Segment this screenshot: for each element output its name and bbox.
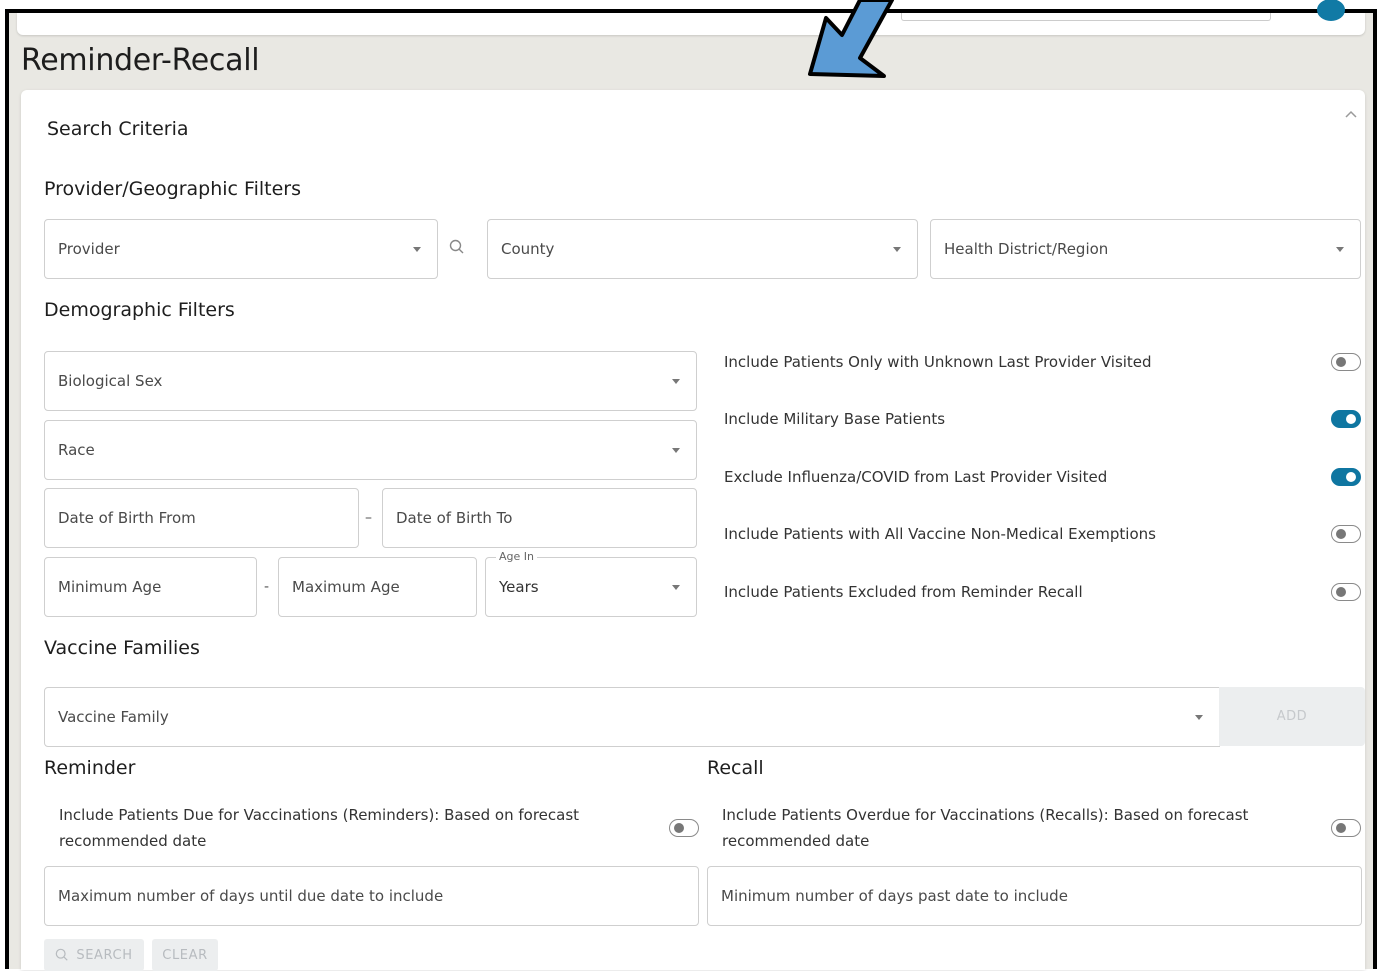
biological-sex-select[interactable]: Biological Sex xyxy=(44,351,697,411)
age-separator: - xyxy=(264,579,270,595)
age-in-select[interactable]: Age In Years xyxy=(485,550,697,617)
dob-to-input[interactable]: Date of Birth To xyxy=(382,488,697,548)
recall-heading: Recall xyxy=(707,757,764,779)
toggle-unknown-provider[interactable] xyxy=(1331,353,1361,371)
health-district-select[interactable]: Health District/Region xyxy=(930,219,1361,279)
toggle-knob xyxy=(1336,823,1346,833)
chevron-down-icon xyxy=(672,379,680,384)
reminder-heading: Reminder xyxy=(44,757,136,779)
dob-separator: – xyxy=(365,510,372,526)
biological-sex-placeholder: Biological Sex xyxy=(58,372,163,390)
toggle-military-base[interactable] xyxy=(1331,410,1361,428)
chevron-down-icon xyxy=(1195,715,1203,720)
min-days-past-input[interactable]: Minimum number of days past date to incl… xyxy=(707,866,1362,926)
county-select[interactable]: County xyxy=(487,219,918,279)
dob-to-placeholder: Date of Birth To xyxy=(396,509,513,527)
provider-select[interactable]: Provider xyxy=(44,219,438,279)
chevron-down-icon xyxy=(893,247,901,252)
toggle-recalls[interactable] xyxy=(1331,819,1361,837)
chevron-up-icon[interactable] xyxy=(1345,106,1357,122)
recall-toggle-label: Include Patients Overdue for Vaccination… xyxy=(722,806,1249,850)
add-button[interactable]: ADD xyxy=(1219,687,1365,746)
toggle-non-medical-exemptions[interactable] xyxy=(1331,525,1361,543)
app-frame: Reminder-Recall Search Criteria Provider… xyxy=(5,0,1377,971)
max-days-due-input[interactable]: Maximum number of days until due date to… xyxy=(44,866,699,926)
card-title: Search Criteria xyxy=(47,118,189,140)
top-bar xyxy=(17,0,1365,35)
vaccine-families-heading: Vaccine Families xyxy=(44,637,200,659)
max-age-placeholder: Maximum Age xyxy=(292,578,400,596)
toggle-label-exclude-influenza: Exclude Influenza/COVID from Last Provid… xyxy=(724,468,1108,486)
vaccine-family-placeholder: Vaccine Family xyxy=(58,708,169,726)
race-select[interactable]: Race xyxy=(44,420,697,480)
toggle-reminders[interactable] xyxy=(669,819,699,837)
toggle-excluded-reminder-recall[interactable] xyxy=(1331,583,1361,601)
dob-from-placeholder: Date of Birth From xyxy=(58,509,196,527)
toggle-knob xyxy=(1336,529,1346,539)
max-days-due-placeholder: Maximum number of days until due date to… xyxy=(58,887,444,905)
toggle-knob xyxy=(1336,357,1346,367)
demographic-heading: Demographic Filters xyxy=(44,299,235,321)
min-days-past-placeholder: Minimum number of days past date to incl… xyxy=(721,887,1068,905)
search-icon[interactable] xyxy=(449,239,465,259)
health-district-placeholder: Health District/Region xyxy=(944,240,1109,258)
min-age-placeholder: Minimum Age xyxy=(58,578,162,596)
toggle-knob xyxy=(1346,414,1356,424)
search-icon xyxy=(55,948,69,962)
chevron-down-icon xyxy=(1336,247,1344,252)
chevron-down-icon xyxy=(413,247,421,252)
toggle-label-excluded-reminder-recall: Include Patients Excluded from Reminder … xyxy=(724,583,1083,601)
chevron-down-icon xyxy=(672,448,680,453)
annotation-arrow-icon xyxy=(808,0,894,78)
dob-from-input[interactable]: Date of Birth From xyxy=(44,488,359,548)
toggle-knob xyxy=(674,823,684,833)
avatar[interactable] xyxy=(1317,0,1345,21)
top-search-field[interactable] xyxy=(901,13,1271,21)
chevron-down-icon xyxy=(672,585,680,590)
page-title: Reminder-Recall xyxy=(21,43,260,78)
toggle-knob xyxy=(1346,472,1356,482)
reminder-toggle-label: Include Patients Due for Vaccinations (R… xyxy=(59,806,580,850)
vaccine-family-select[interactable]: Vaccine Family xyxy=(44,687,1220,747)
race-placeholder: Race xyxy=(58,441,95,459)
toggle-label-military-base: Include Military Base Patients xyxy=(724,410,946,428)
age-in-label: Age In xyxy=(496,550,537,563)
max-age-input[interactable]: Maximum Age xyxy=(278,557,477,617)
min-age-input[interactable]: Minimum Age xyxy=(44,557,257,617)
toggle-knob xyxy=(1336,587,1346,597)
provider-placeholder: Provider xyxy=(58,240,120,258)
county-placeholder: County xyxy=(501,240,555,258)
toggle-label-non-medical-exemptions: Include Patients with All Vaccine Non-Me… xyxy=(724,525,1156,543)
clear-button[interactable]: CLEAR xyxy=(152,939,218,971)
search-criteria-card: Search Criteria Provider/Geographic Filt… xyxy=(21,90,1365,971)
toggle-exclude-influenza[interactable] xyxy=(1331,468,1361,486)
toggle-label-unknown-provider: Include Patients Only with Unknown Last … xyxy=(724,353,1152,371)
search-button[interactable]: SEARCH xyxy=(44,939,144,971)
search-button-label: SEARCH xyxy=(76,947,133,963)
provider-geographic-heading: Provider/Geographic Filters xyxy=(44,178,302,200)
age-in-value: Years xyxy=(499,578,539,596)
